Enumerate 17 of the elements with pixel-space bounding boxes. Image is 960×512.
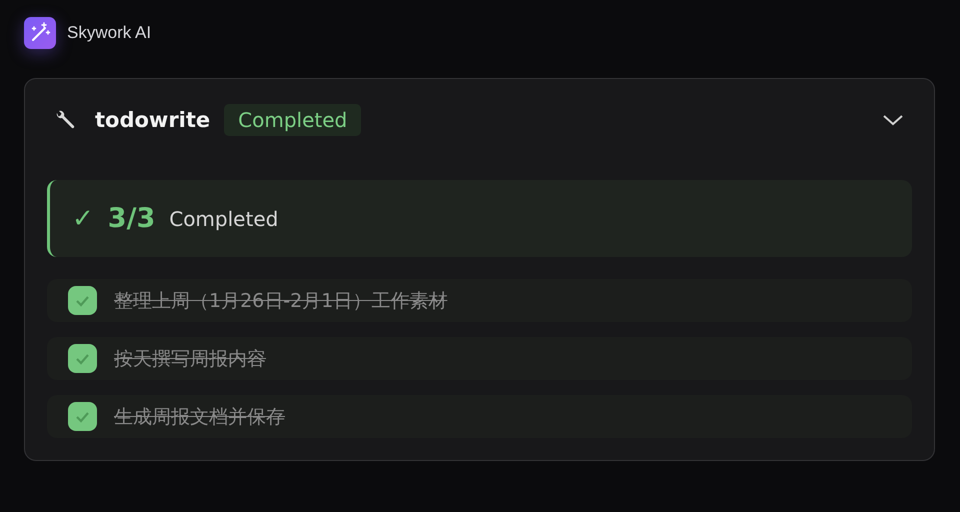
todo-text: 按天撰写周报内容: [114, 346, 266, 372]
check-mark: ✓: [72, 204, 94, 234]
status-badge: Completed: [224, 104, 362, 136]
checkbox[interactable]: [68, 402, 97, 431]
progress-count: 3/3: [108, 203, 156, 234]
todo-text: 整理上周（1月26日-2月1日）工作素材: [114, 288, 448, 314]
app-name: Skywork AI: [67, 23, 152, 43]
check-icon: [75, 294, 90, 306]
tool-name: todowrite: [95, 108, 210, 132]
check-icon: [75, 352, 90, 364]
logo-icon: [24, 17, 56, 49]
check-icon: [75, 410, 90, 422]
chevron-down-icon: [882, 113, 904, 127]
checkbox[interactable]: [68, 344, 97, 373]
checkbox[interactable]: [68, 286, 97, 315]
todo-text: 生成周报文档并保存: [114, 404, 285, 430]
progress-label: Completed: [169, 206, 278, 230]
